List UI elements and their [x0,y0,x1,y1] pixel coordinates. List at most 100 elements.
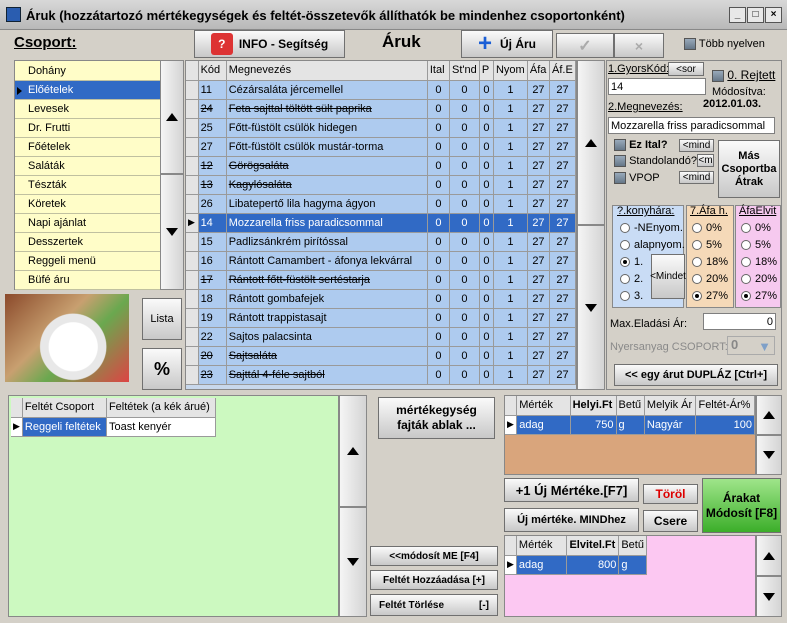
item-row[interactable]: 19 Rántott trappistasajt 0 0 0 1 27 27 [186,308,576,328]
afa-radio[interactable]: 0% [692,222,722,234]
items-col-header[interactable]: Kód [198,61,227,81]
item-row[interactable]: 25 Főtt-füstölt csülök hidegen 0 0 0 1 27 27 [186,118,576,138]
standolando-checkbox[interactable]: Standolandó? [614,155,697,168]
groups-scroll-up[interactable] [160,60,184,174]
close-button[interactable]: × [765,7,782,23]
item-row[interactable]: 18 Rántott gombafejek 0 0 0 1 27 27 [186,289,576,309]
vpop-checkbox[interactable]: VPOP [614,172,660,185]
item-row[interactable]: 11 Cézársaláta jércemellel 0 0 0 1 27 27 [186,80,576,100]
group-item[interactable]: Reggeli menü [15,252,160,271]
unit-col-header[interactable]: Feltét-Ár% [695,396,755,416]
group-item[interactable]: Tészták [15,176,160,195]
units-scroll-down[interactable] [756,435,782,475]
cancel-button[interactable]: × [614,33,664,58]
topping-col-header[interactable]: Feltét Csoport [22,398,107,418]
quick-code-field[interactable] [608,78,706,95]
kitchen-radio[interactable]: 1. [620,256,643,268]
group-item[interactable]: Desszertek [15,233,160,252]
list-button[interactable]: Lista [142,298,182,340]
afaelvit-radio[interactable]: 0% [741,222,771,234]
topping-col-header[interactable]: Feltétek (a kék árué) [106,398,217,418]
afa-radio[interactable]: 20% [692,273,728,285]
toppings-grid[interactable]: Feltét Csoport Feltétek (a kék árué) ▶ Reg… [8,395,339,617]
afa-radio[interactable]: 5% [692,239,722,251]
unit-row[interactable]: ▶ adag 750 g Nagyár 100 [505,415,755,435]
units-scroll-up[interactable] [756,395,782,435]
max-price-field[interactable] [703,313,776,330]
add-topping-button[interactable]: Feltét Hozzáadása [+] [370,570,498,590]
delete-topping-button[interactable]: Feltét Törlése [-] [370,594,498,616]
confirm-button[interactable]: ✓ [556,33,614,58]
group-item[interactable]: Dohány [15,62,160,81]
unit-col-header[interactable]: Helyi.Ft [570,396,617,416]
items-col-header[interactable]: Nyom [493,61,528,81]
raw-group-select[interactable]: 0 ▼ [727,336,775,355]
takeaway-col-header[interactable]: Elvitel.Ft [566,536,620,556]
item-row[interactable]: 13 Kagylósaláta 0 0 0 1 27 27 [186,175,576,195]
kitchen-radio[interactable]: 2. [620,273,643,285]
items-col-header[interactable]: Áf.E [549,61,576,81]
new-unit-all-button[interactable]: Új mértéke. MINDhez [504,508,639,532]
item-row[interactable]: 15 Padlizsánkrém pirítóssal 0 0 0 1 27 27 [186,232,576,252]
item-row[interactable]: 22 Sajtos palacsinta 0 0 0 1 27 27 [186,327,576,347]
items-col-header[interactable]: Megnevezés [226,61,428,81]
swap-button[interactable]: Csere [643,510,698,532]
modify-me-button[interactable]: <<módosít ME [F4] [370,546,498,566]
maximize-button[interactable]: □ [747,7,764,23]
new-unit-button[interactable]: +1 Új Mértéke.[F7] [504,478,639,502]
item-row[interactable]: 23 Sajttál 4-féle sajtból 0 0 0 1 27 27 [186,365,576,385]
group-item[interactable]: Dr. Frutti [15,119,160,138]
duplicate-button[interactable]: << egy árut DUPLÁZ [Ctrl+] [614,364,778,386]
items-grid[interactable]: Kód Megnevezés Ital St'nd P Nyom Áfa Áf.E 11 Céz… [185,60,577,390]
group-item[interactable]: Előételek [15,81,160,100]
ital-mind-button[interactable]: <mind [679,139,714,152]
items-col-header[interactable]: P [479,61,494,81]
item-row[interactable]: 20 Sajtsaláta 0 0 0 1 27 27 [186,346,576,366]
kitchen-radio[interactable]: -NEnyom. [620,222,683,234]
takeaway-col-header[interactable]: Mérték [516,536,568,556]
modify-prices-button[interactable]: Árakat Módosít [F8] [702,478,781,533]
items-col-header[interactable]: St'nd [449,61,480,81]
topping-row[interactable]: ▶ Reggeli feltétek Toast kenyér [11,417,217,437]
item-row[interactable]: 27 Főtt-füstölt csülök mustár-torma 0 0 0 1 27… [186,137,576,157]
vpop-mind-button[interactable]: <mind [679,171,714,184]
item-row[interactable]: 24 Feta sajttal töltött sült paprika 0 0 0 1 2… [186,99,576,119]
name-field[interactable] [608,117,775,134]
item-row[interactable]: ▶ 14 Mozzarella friss paradicsommal 0 0 0 1 27 2… [186,213,576,233]
item-row[interactable]: 16 Rántott Camambert - áfonya lekvárral 0 0… [186,251,576,271]
item-row[interactable]: 26 Libatepertő lila hagyma ágyon 0 0 0 1 27 27 [186,194,576,214]
kitchen-radio[interactable]: alapnyom. [620,239,685,251]
afa-radio[interactable]: 18% [692,256,728,268]
groups-scroll-down[interactable] [160,174,184,290]
ital-checkbox[interactable]: Ez Ital? [614,139,668,152]
toppings-scroll-down[interactable] [339,507,367,617]
units-grid[interactable]: Mérték Helyi.Ft Betű Melyik Ár Feltét-Ár% ▶ a… [504,395,756,475]
sor-button[interactable]: <sor [668,62,704,76]
afaelvit-radio[interactable]: 5% [741,239,771,251]
mindet-button[interactable]: <Mindet [650,254,686,299]
other-group-button[interactable]: Más Csoportba Átrak [718,140,780,198]
group-item[interactable]: Főételek [15,138,160,157]
afaelvit-radio[interactable]: 27% [741,290,777,302]
takeaway-scroll-down[interactable] [756,576,782,617]
unit-col-header[interactable]: Betű [616,396,645,416]
takeaway-scroll-up[interactable] [756,535,782,576]
item-row[interactable]: 17 Rántott főtt-füstölt sertéstarja 0 0 0 1 27… [186,270,576,290]
takeaway-row[interactable]: ▶ adag 800 g [505,555,647,575]
group-item[interactable]: Levesek [15,100,160,119]
unit-col-header[interactable]: Mérték [516,396,571,416]
group-item[interactable]: Büfé áru [15,271,160,290]
group-item[interactable]: Saláták [15,157,160,176]
afa-radio[interactable]: 27% [692,290,728,302]
items-scroll-down[interactable] [577,225,605,390]
multi-lang-checkbox[interactable]: Több nyelven [684,38,765,51]
delete-unit-button[interactable]: Töröl [643,484,698,504]
standolando-m-button[interactable]: <m [697,154,714,167]
group-item[interactable]: Köretek [15,195,160,214]
group-item[interactable]: Napi ajánlat [15,214,160,233]
unit-col-header[interactable]: Melyik Ár [644,396,697,416]
info-button[interactable]: ? INFO - Segítség [194,30,345,58]
afaelvit-radio[interactable]: 20% [741,273,777,285]
toppings-scroll-up[interactable] [339,395,367,507]
kitchen-radio[interactable]: 3. [620,290,643,302]
